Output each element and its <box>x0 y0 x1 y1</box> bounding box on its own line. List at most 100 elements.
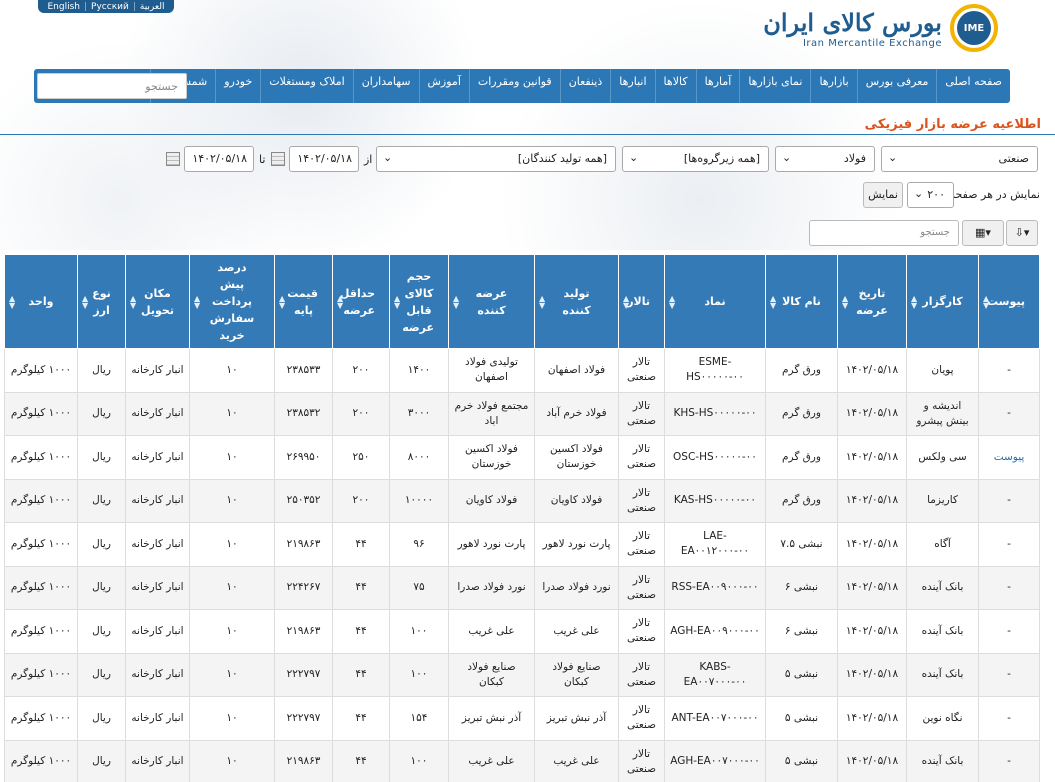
table-cell: ریال <box>77 739 126 782</box>
nav-item[interactable]: آمارها <box>695 69 740 103</box>
sort-icon: ▲ ▼ <box>9 293 16 310</box>
column-header[interactable]: کارگزار ▲ ▼ <box>906 254 979 349</box>
table-cell: ریال <box>77 478 126 523</box>
column-header[interactable]: نوع ارز ▲ ▼ <box>77 254 126 349</box>
nav-item[interactable]: املاک ومستغلات <box>260 69 352 103</box>
table-cell: ۱۰۰۰ کیلوگرم <box>4 652 78 697</box>
column-header[interactable]: حجم کالای قابل عرضه ▲ ▼ <box>389 254 449 349</box>
calendar-icon[interactable] <box>166 152 180 166</box>
table-cell: نبشی ۶ <box>765 609 838 654</box>
table-cell: ریال <box>77 391 126 436</box>
table-cell: ۲۳۸۵۳۲ <box>274 391 333 436</box>
nav-search-input[interactable]: جستجو <box>37 73 187 99</box>
column-header-label: عرضه کننده <box>475 286 508 317</box>
table-cell: ۱۰۰ <box>389 609 449 654</box>
table-cell: ۱۴۰۲/۰۵/۱۸ <box>837 348 907 393</box>
producer-select-value: [همه تولید کنندگان] <box>517 152 607 165</box>
column-header[interactable]: تالار ▲ ▼ <box>618 254 665 349</box>
table-cell: فولاد اکسین خوزستان <box>534 435 619 480</box>
nav-item[interactable]: قوانین ومقررات <box>468 69 560 103</box>
page-title: اطلاعیه عرضه بازار فیزیکی <box>864 117 1041 132</box>
date-to-input[interactable]: ۱۴۰۲/۰۵/۱۸ <box>184 146 254 172</box>
table-cell: ۱۰۰۰ کیلوگرم <box>4 391 78 436</box>
nav-item[interactable]: معرفی بورس <box>856 69 937 103</box>
nav-item[interactable]: سهامداران <box>352 69 419 103</box>
column-header[interactable]: عرضه کننده ▲ ▼ <box>448 254 535 349</box>
table-cell: ۲۵۰۳۵۲ <box>274 478 333 523</box>
nav-item[interactable]: خودرو <box>215 69 260 103</box>
export-button[interactable]: ⇩▾ <box>1006 220 1038 246</box>
chevron-down-icon: ⌄ <box>629 151 639 164</box>
group-select-value: فولاد <box>843 152 866 165</box>
table-cell: ۴۴ <box>332 609 390 654</box>
table-cell: آذر نبش تبریز <box>534 696 619 741</box>
column-header[interactable]: تولید کننده ▲ ▼ <box>534 254 619 349</box>
sort-icon: ▲ ▼ <box>279 293 286 310</box>
column-header[interactable]: تاریخ عرضه ▲ ▼ <box>837 254 907 349</box>
column-header[interactable]: نماد ▲ ▼ <box>664 254 766 349</box>
site-logo[interactable]: بورس کالای ایران Iran Mercantile Exchang… <box>763 4 998 52</box>
subgroup-select[interactable]: ⌄ [همه زیرگروه‌ها] <box>622 146 769 172</box>
calendar-icon[interactable] <box>271 152 285 166</box>
columns-toggle-button[interactable]: ▦▾ <box>962 220 1004 246</box>
column-header[interactable]: درصد پیش پرداخت سفارش خرید ▲ ▼ <box>189 254 275 349</box>
table-cell: ۱۰۰۰ کیلوگرم <box>4 348 78 393</box>
table-cell: پارت نورد لاهور <box>448 522 535 567</box>
nav-item[interactable]: کالاها <box>654 69 696 103</box>
lang-separator: | <box>84 1 88 12</box>
table-cell: ۲۰۰ <box>332 478 390 523</box>
column-header-label: تولید کننده <box>562 286 591 317</box>
table-row: - بانک آینده ۱۴۰۲/۰۵/۱۸ نبشی ۵ KABS-EA۰۰۷۰۰۰… <box>4 652 1040 697</box>
table-cell: ۱۰ <box>189 652 275 697</box>
table-cell: ۳۰۰۰ <box>389 391 449 436</box>
nav-item[interactable]: نمای بازارها <box>739 69 810 103</box>
sort-icon: ▲ ▼ <box>453 293 460 310</box>
table-cell: تولیدی فولاد اصفهان <box>448 348 535 393</box>
table-row: - بانک آینده ۱۴۰۲/۰۵/۱۸ نبشی ۵ AGH-EA۰۰۷۰۰۰-… <box>4 739 1040 782</box>
table-cell: پویان <box>906 348 979 393</box>
table-cell: OSC-HS۰۰۰۰۰-۰۰ <box>664 435 766 480</box>
lang-arabic[interactable]: العربیة <box>140 2 165 12</box>
lang-english[interactable]: English <box>48 2 81 12</box>
column-header-label: تالار <box>627 295 650 308</box>
column-header[interactable]: نام کالا ▲ ▼ <box>765 254 838 349</box>
attachment-link[interactable]: پیوست <box>978 435 1040 480</box>
nav-item[interactable]: صفحه اصلی <box>936 69 1010 103</box>
column-header[interactable]: مکان تحویل ▲ ▼ <box>125 254 190 349</box>
table-cell: ۲۰۰ <box>332 348 390 393</box>
table-cell: ۱۰ <box>189 435 275 480</box>
logo-emblem-icon: IME <box>950 4 998 52</box>
producer-select[interactable]: ⌄ [همه تولید کنندگان] <box>376 146 616 172</box>
table-row: - نگاه نوین ۱۴۰۲/۰۵/۱۸ نبشی ۵ ANT-EA۰۰۷۰۰۰-۰… <box>4 696 1040 741</box>
column-header-label: نوع ارز <box>92 286 111 317</box>
date-from-input[interactable]: ۱۴۰۲/۰۵/۱۸ <box>289 146 359 172</box>
column-header[interactable]: واحد ▲ ▼ <box>4 254 78 349</box>
column-header-label: درصد پیش پرداخت سفارش خرید <box>209 261 255 342</box>
column-header[interactable]: قیمت پایه ▲ ▼ <box>274 254 333 349</box>
column-header[interactable]: حداقل عرضه ▲ ▼ <box>332 254 390 349</box>
market-select[interactable]: ⌄ صنعتی <box>881 146 1038 172</box>
lang-russian[interactable]: Русский <box>91 2 129 12</box>
table-cell: ۲۵۰ <box>332 435 390 480</box>
market-select-value: صنعتی <box>998 152 1029 165</box>
table-cell: ۱۴۰۲/۰۵/۱۸ <box>837 652 907 697</box>
table-cell: ۱۴۰۲/۰۵/۱۸ <box>837 435 907 480</box>
table-search-input[interactable]: جستجو <box>809 220 959 246</box>
table-cell: مجتمع فولاد خرم اباد <box>448 391 535 436</box>
nav-item[interactable]: ذینفعان <box>559 69 611 103</box>
table-row: - بانک آینده ۱۴۰۲/۰۵/۱۸ نبشی ۶ RSS-EA۰۰۹۰۰۰-… <box>4 565 1040 610</box>
column-header-label: واحد <box>28 295 54 308</box>
nav-item[interactable]: انبارها <box>610 69 654 103</box>
table-cell: انبار کارخانه <box>125 478 190 523</box>
table-cell: ۲۰۰ <box>332 391 390 436</box>
table-cell: ۱۰ <box>189 739 275 782</box>
table-cell: علی غریب <box>534 739 619 782</box>
show-button[interactable]: نمایش <box>863 182 903 208</box>
nav-item[interactable]: آموزش <box>418 69 469 103</box>
group-select[interactable]: ⌄ فولاد <box>775 146 875 172</box>
sort-icon: ▲ ▼ <box>337 293 344 310</box>
nav-item[interactable]: بازارها <box>810 69 856 103</box>
table-cell: تالار صنعتی <box>618 348 665 393</box>
page-size-select[interactable]: ⌄ ۲۰۰ <box>907 182 954 208</box>
column-header[interactable]: پیوست ▲ ▼ <box>978 254 1040 349</box>
